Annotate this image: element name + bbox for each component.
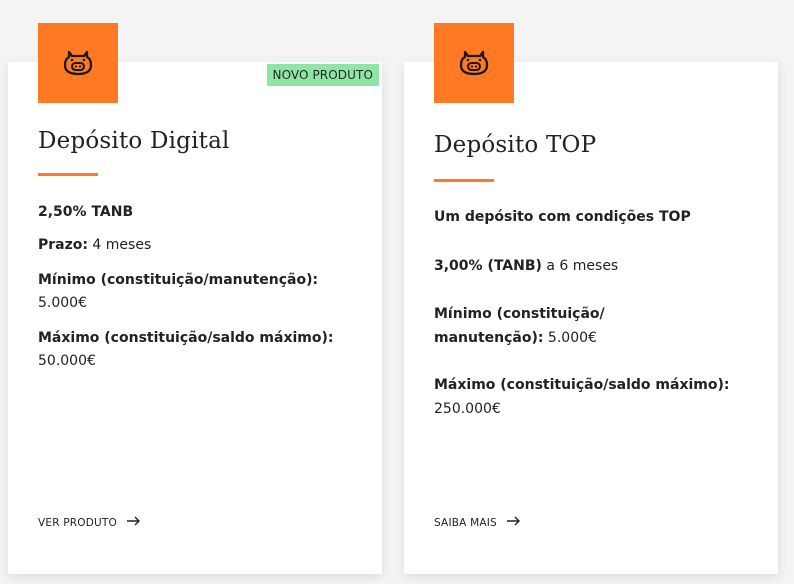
maximum-label: Máximo (constituição/saldo máximo): (38, 330, 334, 346)
product-description: Um depósito com condições TOP (434, 209, 691, 225)
rate-value: 3,00% (TANB) (434, 258, 542, 274)
prazo-label: Prazo: (38, 237, 88, 253)
piggy-bank-icon (434, 23, 514, 103)
new-product-badge: NOVO PRODUTO (266, 64, 379, 86)
minimum-value: 5.000€ (38, 295, 87, 311)
arrow-right-icon (506, 516, 521, 529)
prazo-line: Prazo: 4 meses (38, 234, 368, 257)
title-underline (434, 179, 494, 182)
tanb-rate: 2,50% TANB (38, 204, 134, 220)
arrow-right-icon (127, 516, 141, 529)
minimum-label: Mínimo (constituição/manutenção): (38, 272, 319, 288)
minimum-label-cont: manutenção): (434, 330, 544, 346)
product-title: Depósito TOP (434, 132, 597, 158)
minimum-value: 5.000€ (543, 330, 597, 346)
learn-more-link[interactable]: SAIBA MAIS (434, 516, 521, 529)
rate-line: 3,00% (TANB) a 6 meses (434, 255, 764, 278)
view-product-link[interactable]: VER PRODUTO (38, 516, 141, 529)
piggy-bank-icon (38, 23, 118, 103)
title-underline (38, 173, 98, 176)
maximum-value: 50.000€ (38, 353, 96, 369)
prazo-value: 4 meses (87, 237, 152, 253)
rate-term: a 6 meses (541, 258, 619, 274)
minimum-line: manutenção): 5.000€ (434, 327, 764, 350)
product-card-deposito-top: Depósito TOP Um depósito com condições T… (404, 23, 778, 574)
product-card-deposito-digital: NOVO PRODUTO Depósito Digital 2,50% TANB… (8, 23, 382, 574)
maximum-value: 250.000€ (434, 401, 501, 417)
cta-label: VER PRODUTO (38, 516, 117, 529)
cta-label: SAIBA MAIS (434, 516, 497, 529)
minimum-label: Mínimo (constituição/ (434, 306, 605, 322)
product-title: Depósito Digital (38, 128, 230, 154)
maximum-label: Máximo (constituição/saldo máximo): (434, 377, 730, 393)
